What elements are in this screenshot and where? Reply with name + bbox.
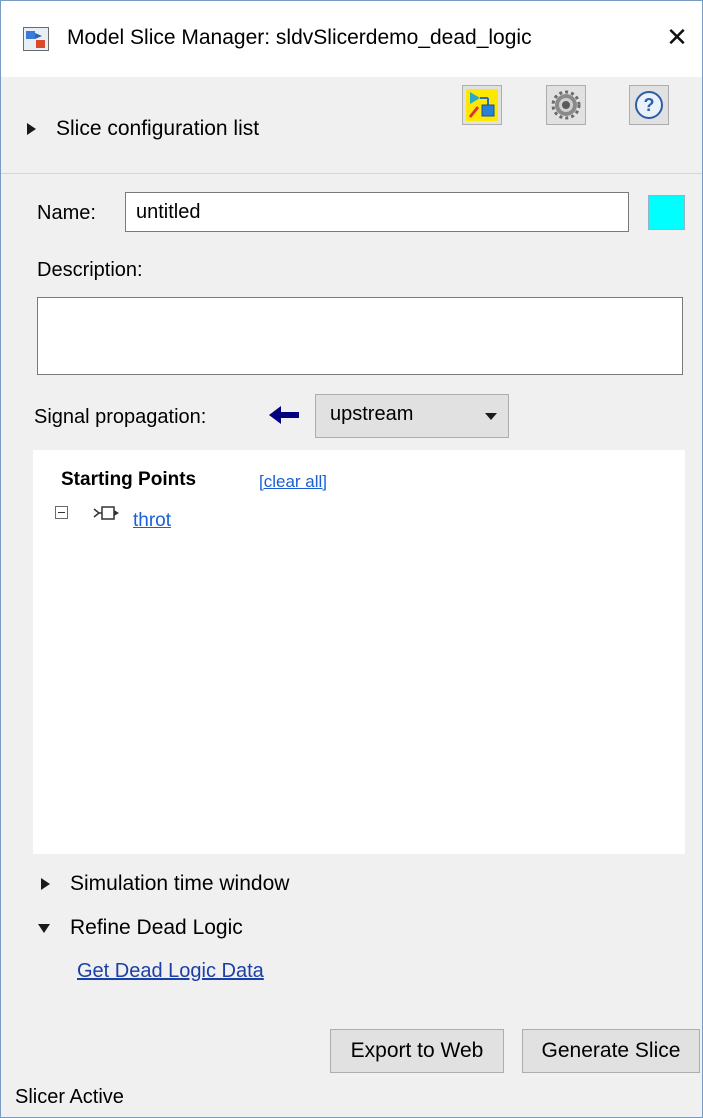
starting-point-throt-link[interactable]: throt [133, 510, 171, 532]
help-icon: ? [635, 91, 663, 119]
highlight-color-swatch[interactable] [648, 195, 685, 230]
signal-propagation-label: Signal propagation: [34, 406, 207, 428]
slice-configuration-list-expander[interactable]: Slice configuration list [27, 117, 259, 141]
refine-dead-logic-label: Refine Dead Logic [70, 916, 243, 939]
status-bar-text: Slicer Active [15, 1086, 124, 1108]
inport-block-icon [93, 506, 119, 520]
app-icon [23, 27, 49, 51]
highlight-slice-icon [466, 89, 498, 121]
description-label: Description: [37, 259, 143, 281]
model-slice-manager-window: Model Slice Manager: sldvSlicerdemo_dead… [0, 0, 703, 1118]
description-field[interactable] [37, 297, 683, 375]
settings-button[interactable] [546, 85, 586, 125]
starting-points-panel: Starting Points [clear all] throt [33, 450, 685, 854]
signal-propagation-dropdown[interactable]: upstream [315, 394, 509, 438]
expand-triangle-icon [27, 123, 36, 135]
simulation-time-window-expander[interactable]: Simulation time window [41, 872, 289, 896]
collapse-triangle-icon [38, 923, 50, 933]
starting-points-title: Starting Points [61, 469, 197, 490]
export-to-web-button[interactable]: Export to Web [330, 1029, 504, 1073]
collapse-icon[interactable] [55, 506, 68, 519]
clear-all-link[interactable]: [clear all] [259, 472, 327, 492]
expand-triangle-icon [41, 878, 50, 890]
highlight-slice-button[interactable] [462, 85, 502, 125]
window-title: Model Slice Manager: sldvSlicerdemo_dead… [67, 26, 532, 49]
svg-text:?: ? [644, 95, 655, 115]
help-button[interactable]: ? [629, 85, 669, 125]
simulation-time-window-label: Simulation time window [70, 872, 290, 895]
refine-dead-logic-expander[interactable]: Refine Dead Logic [38, 916, 243, 940]
title-bar: Model Slice Manager: sldvSlicerdemo_dead… [1, 1, 702, 77]
slice-configuration-list-label: Slice configuration list [56, 117, 260, 140]
signal-propagation-value: upstream [330, 403, 414, 425]
slice-configuration-header: ? Slice configuration list [1, 77, 702, 174]
name-input[interactable] [125, 192, 629, 232]
close-icon[interactable]: ✕ [657, 19, 697, 55]
name-label: Name: [37, 202, 96, 224]
chevron-down-icon [485, 413, 497, 420]
generate-slice-button[interactable]: Generate Slice [522, 1029, 700, 1073]
arrow-left-icon [269, 406, 299, 424]
gear-icon [551, 90, 581, 120]
get-dead-logic-data-link[interactable]: Get Dead Logic Data [77, 960, 264, 983]
